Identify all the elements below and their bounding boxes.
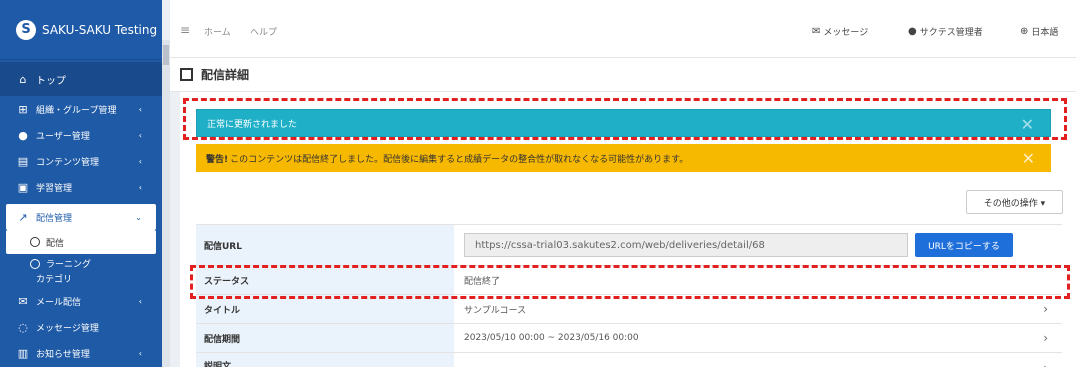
brand[interactable]: S SAKU-SAKU Testing (0, 0, 162, 60)
sidebar-item-messages[interactable]: ◌ メッセージ管理 (0, 314, 162, 340)
detail-row-description[interactable]: 説明文 › (196, 352, 1062, 367)
sidebar-item-label: 配信 (46, 238, 65, 249)
sidebar-item-label: 配信管理 (36, 213, 73, 224)
sidebar-item-label: メッセージ管理 (36, 323, 99, 334)
chevron-right-icon: › (1043, 361, 1048, 367)
detail-row-url: 配信URL https://cssa-trial03.sakutes2.com/… (196, 224, 1062, 265)
annotation-highlight-status (190, 265, 1070, 299)
learning-icon: ▣ (17, 180, 29, 194)
header-language[interactable]: ⊕ 日本語 (1020, 25, 1058, 38)
brand-logo: S (16, 19, 36, 40)
detail-value: サンプルコース › (454, 295, 1062, 323)
sidebar-subitem-delivery[interactable]: 配信 (6, 230, 156, 254)
sidebar-item-learning[interactable]: ▣ 学習管理 ‹ (0, 174, 162, 200)
chevron-left-icon: ‹ (138, 182, 142, 192)
chevron-left-icon: ‹ (138, 130, 142, 140)
chevron-right-icon: › (1043, 302, 1048, 316)
chevron-down-icon: ⌄ (135, 212, 142, 222)
detail-value: 2023/05/10 00:00 ~ 2023/05/16 00:00 › (454, 324, 1062, 352)
copy-url-button[interactable]: URLをコピーする (915, 233, 1013, 257)
close-icon[interactable]: ✕ (1022, 149, 1035, 168)
sidebar-item-top[interactable]: ⌂ トップ (0, 62, 162, 96)
header-messages[interactable]: ✉ メッセージ (812, 25, 868, 38)
sidebar-item-label: ラーニング (46, 260, 92, 270)
delivery-url-field[interactable]: https://cssa-trial03.sakutes2.com/web/de… (464, 233, 908, 257)
news-icon: ▥ (17, 346, 29, 360)
sidebar-item-label: コンテンツ管理 (36, 157, 100, 168)
globe-icon: ⊕ (1020, 26, 1029, 37)
sidebar-subitem-learning-category[interactable]: ラーニング カテゴリ (0, 254, 162, 288)
hamburger-menu-icon[interactable]: ≡ (180, 23, 190, 37)
sidebar-item-label: メール配信 (36, 297, 82, 308)
warning-alert-text: このコンテンツは配信終了しました。配信後に編集すると成績データの整合性が取れなく… (230, 154, 689, 165)
page-title: 配信詳細 (201, 68, 250, 82)
home-icon: ⌂ (19, 72, 27, 86)
sidebar-item-mail[interactable]: ✉ メール配信 ‹ (0, 288, 162, 314)
sidebar-scrollbar-thumb[interactable] (163, 45, 169, 65)
warning-alert-bold: 警告! (206, 154, 229, 165)
share-icon (180, 68, 193, 81)
brand-name: SAKU-SAKU Testing (42, 22, 158, 37)
content-icon: ▤ (17, 154, 29, 168)
top-header: ≡ ホーム ヘルプ ✉ メッセージ ● サクテス管理者 ⊕ 日本語 (170, 0, 1076, 58)
detail-label: 配信URL (196, 225, 454, 265)
share-icon: ↗ (18, 210, 28, 224)
chevron-right-icon: › (1043, 331, 1048, 345)
warning-alert: 警告! このコンテンツは配信終了しました。配信後に編集すると成績データの整合性が… (196, 144, 1051, 172)
sidebar-item-label: 学習管理 (36, 183, 73, 194)
sidebar-scrollbar[interactable] (162, 40, 170, 367)
users-icon: ● (18, 128, 28, 142)
circle-icon (30, 258, 40, 269)
envelope-icon: ✉ (812, 26, 821, 37)
detail-value-text: サンプルコース (464, 305, 527, 316)
sidebar-item-contents[interactable]: ▤ コンテンツ管理 ‹ (0, 148, 162, 174)
header-user-menu[interactable]: ● サクテス管理者 (908, 25, 983, 38)
chevron-left-icon: ‹ (138, 104, 142, 114)
header-user-label: サクテス管理者 (919, 28, 983, 38)
header-messages-label: メッセージ (823, 28, 869, 38)
header-link-help[interactable]: ヘルプ (250, 25, 277, 38)
sidebar-item-label: ユーザー管理 (36, 131, 90, 142)
sidebar-item-label: 組織・グループ管理 (36, 105, 117, 116)
sidebar-item-users[interactable]: ● ユーザー管理 ‹ (0, 122, 162, 148)
sidebar: S SAKU-SAKU Testing ⌂ トップ ⊞ 組織・グループ管理 ‹ … (0, 0, 162, 367)
detail-value: https://cssa-trial03.sakutes2.com/web/de… (454, 225, 1062, 265)
sitemap-icon: ⊞ (18, 102, 28, 116)
more-actions-button[interactable]: その他の操作 ▾ (966, 190, 1063, 214)
user-icon: ● (908, 26, 917, 37)
header-language-label: 日本語 (1031, 28, 1059, 38)
detail-label: 配信期間 (196, 324, 454, 352)
detail-value: › (454, 353, 1062, 367)
sidebar-item-label: トップ (36, 75, 66, 87)
detail-label: 説明文 (196, 353, 454, 367)
sidebar-item-news[interactable]: ▥ お知らせ管理 ‹ (0, 340, 162, 366)
mail-icon: ✉ (18, 294, 28, 308)
sidebar-item-label: お知らせ管理 (36, 349, 90, 360)
message-icon: ◌ (18, 320, 28, 334)
circle-icon (30, 237, 40, 247)
sidebar-item-delivery[interactable]: ↗ 配信管理 ⌄ (6, 204, 156, 230)
sidebar-item-organization[interactable]: ⊞ 組織・グループ管理 ‹ (0, 96, 162, 122)
detail-value-text: 2023/05/10 00:00 ~ 2023/05/16 00:00 (464, 333, 639, 343)
page-title-bar: 配信詳細 (170, 58, 1076, 92)
sidebar-item-label-2: カテゴリ (36, 275, 73, 285)
annotation-highlight-alert (183, 98, 1067, 140)
detail-row-period[interactable]: 配信期間 2023/05/10 00:00 ~ 2023/05/16 00:00… (196, 323, 1062, 352)
chevron-left-icon: ‹ (138, 156, 142, 166)
chevron-left-icon: ‹ (138, 296, 142, 306)
detail-label: タイトル (196, 295, 454, 323)
chevron-left-icon: ‹ (138, 348, 142, 358)
header-link-home[interactable]: ホーム (204, 25, 231, 38)
